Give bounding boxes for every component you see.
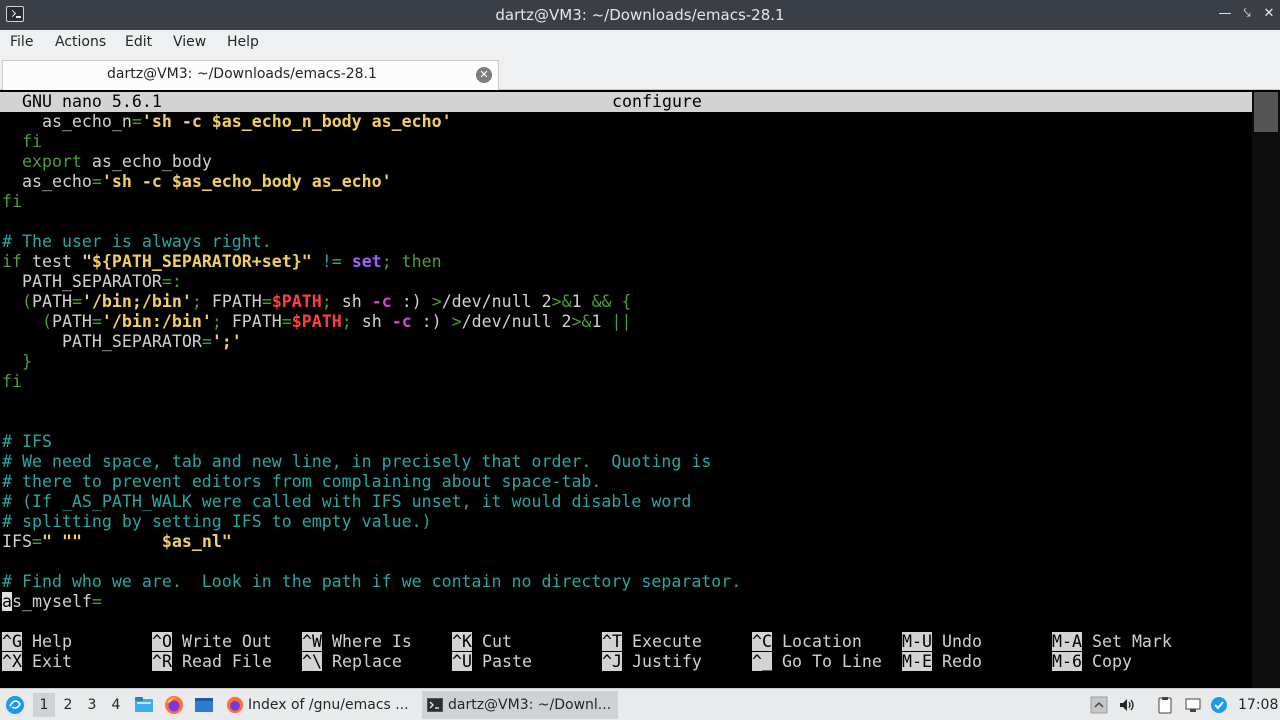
- code-line: as_echo='sh -c $as_echo_body as_echo': [2, 172, 392, 191]
- window-titlebar[interactable]: dartz@VM3: ~/Downloads/emacs-28.1 — ⤥ ✕: [0, 0, 1280, 30]
- tab-close-icon[interactable]: ✕: [476, 67, 492, 83]
- shortcut-write-out[interactable]: ^O Write Out: [152, 632, 272, 652]
- code-line: export as_echo_body: [2, 152, 212, 171]
- workspace-2[interactable]: 2: [57, 693, 79, 717]
- shortcut-copy[interactable]: M-6 Copy: [1052, 652, 1132, 672]
- shortcut-replace[interactable]: ^\ Replace: [302, 652, 402, 672]
- code-line: fi: [2, 192, 22, 211]
- code-line: (PATH='/bin;/bin'; FPATH=$PATH; sh -c :)…: [2, 292, 632, 311]
- code-line: }: [2, 352, 32, 371]
- menu-view[interactable]: View: [173, 34, 206, 50]
- workspace-1[interactable]: 1: [33, 693, 55, 717]
- menu-file[interactable]: File: [10, 34, 33, 50]
- code-line: fi: [2, 372, 22, 391]
- network-icon[interactable]: [1184, 696, 1202, 714]
- show-desktop-icon[interactable]: [194, 695, 214, 715]
- task-terminal[interactable]: dartz@VM3: ~/Downl...: [422, 691, 618, 719]
- firefox-icon: [226, 696, 244, 714]
- tab-bar: dartz@VM3: ~/Downloads/emacs-28.1 ✕: [0, 56, 1280, 90]
- code-line: if test "${PATH_SEPARATOR+set}" != set; …: [2, 252, 442, 271]
- menu-help[interactable]: Help: [227, 34, 259, 50]
- firefox-icon[interactable]: [164, 695, 184, 715]
- clock[interactable]: 17:08: [1238, 689, 1278, 720]
- code-line: # We need space, tab and new line, in pr…: [2, 452, 712, 471]
- code-line: # there to prevent editors from complain…: [2, 472, 602, 491]
- updates-icon[interactable]: [1210, 696, 1228, 714]
- tab-label: dartz@VM3: ~/Downloads/emacs-28.1: [107, 66, 377, 82]
- code-line: # (If _AS_PATH_WALK were called with IFS…: [2, 492, 692, 511]
- minimize-button[interactable]: —: [1216, 5, 1234, 23]
- code-line: as_echo_n='sh -c $as_echo_n_body as_echo…: [2, 112, 452, 131]
- code-line: PATH_SEPARATOR=';': [2, 332, 242, 351]
- shortcut-location[interactable]: ^C Location: [752, 632, 862, 652]
- shortcut-redo[interactable]: M-E Redo: [902, 652, 982, 672]
- shortcut-undo[interactable]: M-U Undo: [902, 632, 982, 652]
- code-line: # The user is always right.: [2, 232, 272, 251]
- workspace-4[interactable]: 4: [105, 693, 127, 717]
- terminal-view[interactable]: GNU nano 5.6.1 configure as_echo_n='sh -…: [0, 91, 1280, 688]
- editor-buffer[interactable]: as_echo_n='sh -c $as_echo_n_body as_echo…: [2, 112, 1250, 612]
- shortcut-go-to-line[interactable]: ^_ Go To Line: [752, 652, 882, 672]
- file-manager-icon[interactable]: [134, 695, 154, 715]
- taskbar: 1 2 3 4 Index of /gnu/emacs ... dartz@VM…: [0, 688, 1280, 720]
- scrollbar-thumb[interactable]: [1254, 92, 1278, 132]
- code-line: as_myself=: [2, 592, 102, 611]
- code-line: IFS=" "" $as_nl": [2, 532, 232, 551]
- close-button[interactable]: ✕: [1260, 5, 1278, 23]
- code-line: (PATH='/bin:/bin'; FPATH=$PATH; sh -c :)…: [2, 312, 632, 331]
- code-line: fi: [2, 132, 42, 151]
- shortcut-read-file[interactable]: ^R Read File: [152, 652, 272, 672]
- nano-header: GNU nano 5.6.1 configure: [0, 92, 1252, 112]
- terminal-icon: [427, 698, 443, 712]
- shortcut-execute[interactable]: ^T Execute: [602, 632, 702, 652]
- code-line: PATH_SEPARATOR=:: [2, 272, 182, 291]
- text-cursor: a: [2, 592, 12, 611]
- shortcut-set-mark[interactable]: M-A Set Mark: [1052, 632, 1172, 652]
- maximize-button[interactable]: ⤥: [1238, 5, 1256, 23]
- task-label: dartz@VM3: ~/Downl...: [448, 697, 612, 713]
- shortcut-paste[interactable]: ^U Paste: [452, 652, 532, 672]
- volume-icon[interactable]: [1118, 696, 1136, 714]
- menu-edit[interactable]: Edit: [125, 34, 152, 50]
- shortcut-where-is[interactable]: ^W Where Is: [302, 632, 412, 652]
- nano-version: GNU nano 5.6.1: [22, 92, 162, 111]
- shortcut-exit[interactable]: ^X Exit: [2, 652, 72, 672]
- shortcut-cut[interactable]: ^K Cut: [452, 632, 512, 652]
- workspace-3[interactable]: 3: [81, 693, 103, 717]
- clipboard-icon[interactable]: [1156, 696, 1174, 714]
- menu-actions[interactable]: Actions: [55, 34, 106, 50]
- code-line: # splitting by setting IFS to empty valu…: [2, 512, 432, 531]
- nano-filename: configure: [612, 92, 702, 111]
- task-label: Index of /gnu/emacs ...: [248, 697, 409, 713]
- terminal-tab[interactable]: dartz@VM3: ~/Downloads/emacs-28.1 ✕: [2, 60, 499, 90]
- shortcut-justify[interactable]: ^J Justify: [602, 652, 702, 672]
- code-line: # Find who we are. Look in the path if w…: [2, 572, 742, 591]
- task-firefox[interactable]: Index of /gnu/emacs ...: [222, 691, 418, 719]
- window-title: dartz@VM3: ~/Downloads/emacs-28.1: [495, 6, 785, 24]
- menubar: File Actions Edit View Help: [0, 30, 1280, 56]
- terminal-scrollbar[interactable]: [1252, 92, 1280, 688]
- nano-shortcut-bar: ^G Help ^O Write Out ^W Where Is ^K Cut …: [0, 632, 1250, 672]
- tray-expand-icon[interactable]: [1090, 696, 1108, 714]
- code-line: # IFS: [2, 432, 52, 451]
- shortcut-help[interactable]: ^G Help: [2, 632, 72, 652]
- start-menu-icon[interactable]: [5, 695, 25, 715]
